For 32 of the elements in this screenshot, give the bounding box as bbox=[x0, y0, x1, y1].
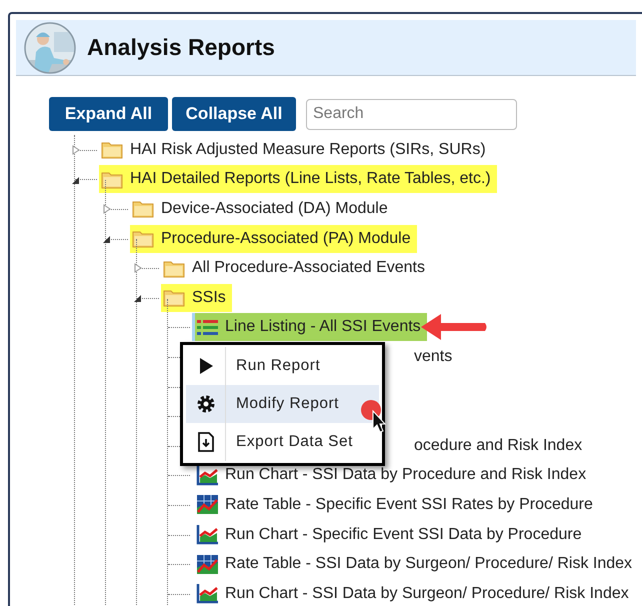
expand-toggle[interactable] bbox=[134, 263, 142, 274]
expand-toggle[interactable] bbox=[103, 234, 111, 244]
rate-table-icon bbox=[196, 554, 219, 575]
search-field[interactable]: Search bbox=[306, 98, 517, 130]
report-item[interactable]: Run Chart - SSI Data by Surgeon/ Procedure/ Risk Index bbox=[192, 580, 635, 606]
window-title: Analysis Reports bbox=[87, 33, 275, 62]
report-item[interactable]: Run Chart - SSI Data by Procedure and Risk Index bbox=[192, 461, 592, 490]
run-chart-icon bbox=[196, 583, 219, 604]
expand-toggle[interactable] bbox=[72, 174, 80, 185]
expand-toggle[interactable] bbox=[72, 145, 80, 155]
menu-item[interactable]: Modify Report bbox=[186, 385, 379, 423]
tree-item[interactable]: vents bbox=[414, 344, 452, 369]
settings-icon bbox=[194, 393, 216, 415]
collapse-all-button[interactable]: Collapse All bbox=[172, 97, 296, 131]
expand-all-button[interactable]: Expand All bbox=[49, 97, 168, 131]
expand-toggle[interactable] bbox=[134, 292, 142, 303]
folder-item[interactable]: HAI Detailed Reports (Line Lists, Rate Tables, etc.) bbox=[99, 165, 497, 194]
folder-item[interactable]: SSIs bbox=[161, 284, 232, 312]
pointer-arrow bbox=[419, 312, 489, 342]
report-item[interactable]: Rate Table - Specific Event SSI Rates by Procedure bbox=[192, 490, 599, 519]
folder-item[interactable]: All Procedure-Associated Events bbox=[161, 254, 431, 282]
run-chart-icon bbox=[196, 464, 219, 486]
report-item[interactable]: Run Chart - Specific Event SSI Data by Procedure bbox=[192, 520, 588, 549]
expand-toggle[interactable] bbox=[103, 204, 111, 214]
folder-item[interactable]: Procedure-Associated (PA) Module bbox=[130, 224, 417, 253]
rate-table-icon bbox=[196, 494, 219, 516]
run-chart-icon bbox=[196, 524, 219, 546]
folder-item[interactable]: HAI Risk Adjusted Measure Reports (SIRs, SURs) bbox=[99, 136, 492, 164]
report-item[interactable]: Line Listing - All SSI Events bbox=[192, 313, 427, 342]
tree-item[interactable]: ocedure and Risk Index bbox=[414, 434, 582, 458]
report-item[interactable]: Rate Table - SSI Data by Surgeon/ Procedure/ Risk Index bbox=[192, 550, 638, 578]
folder-item[interactable]: Device-Associated (DA) Module bbox=[130, 194, 394, 223]
